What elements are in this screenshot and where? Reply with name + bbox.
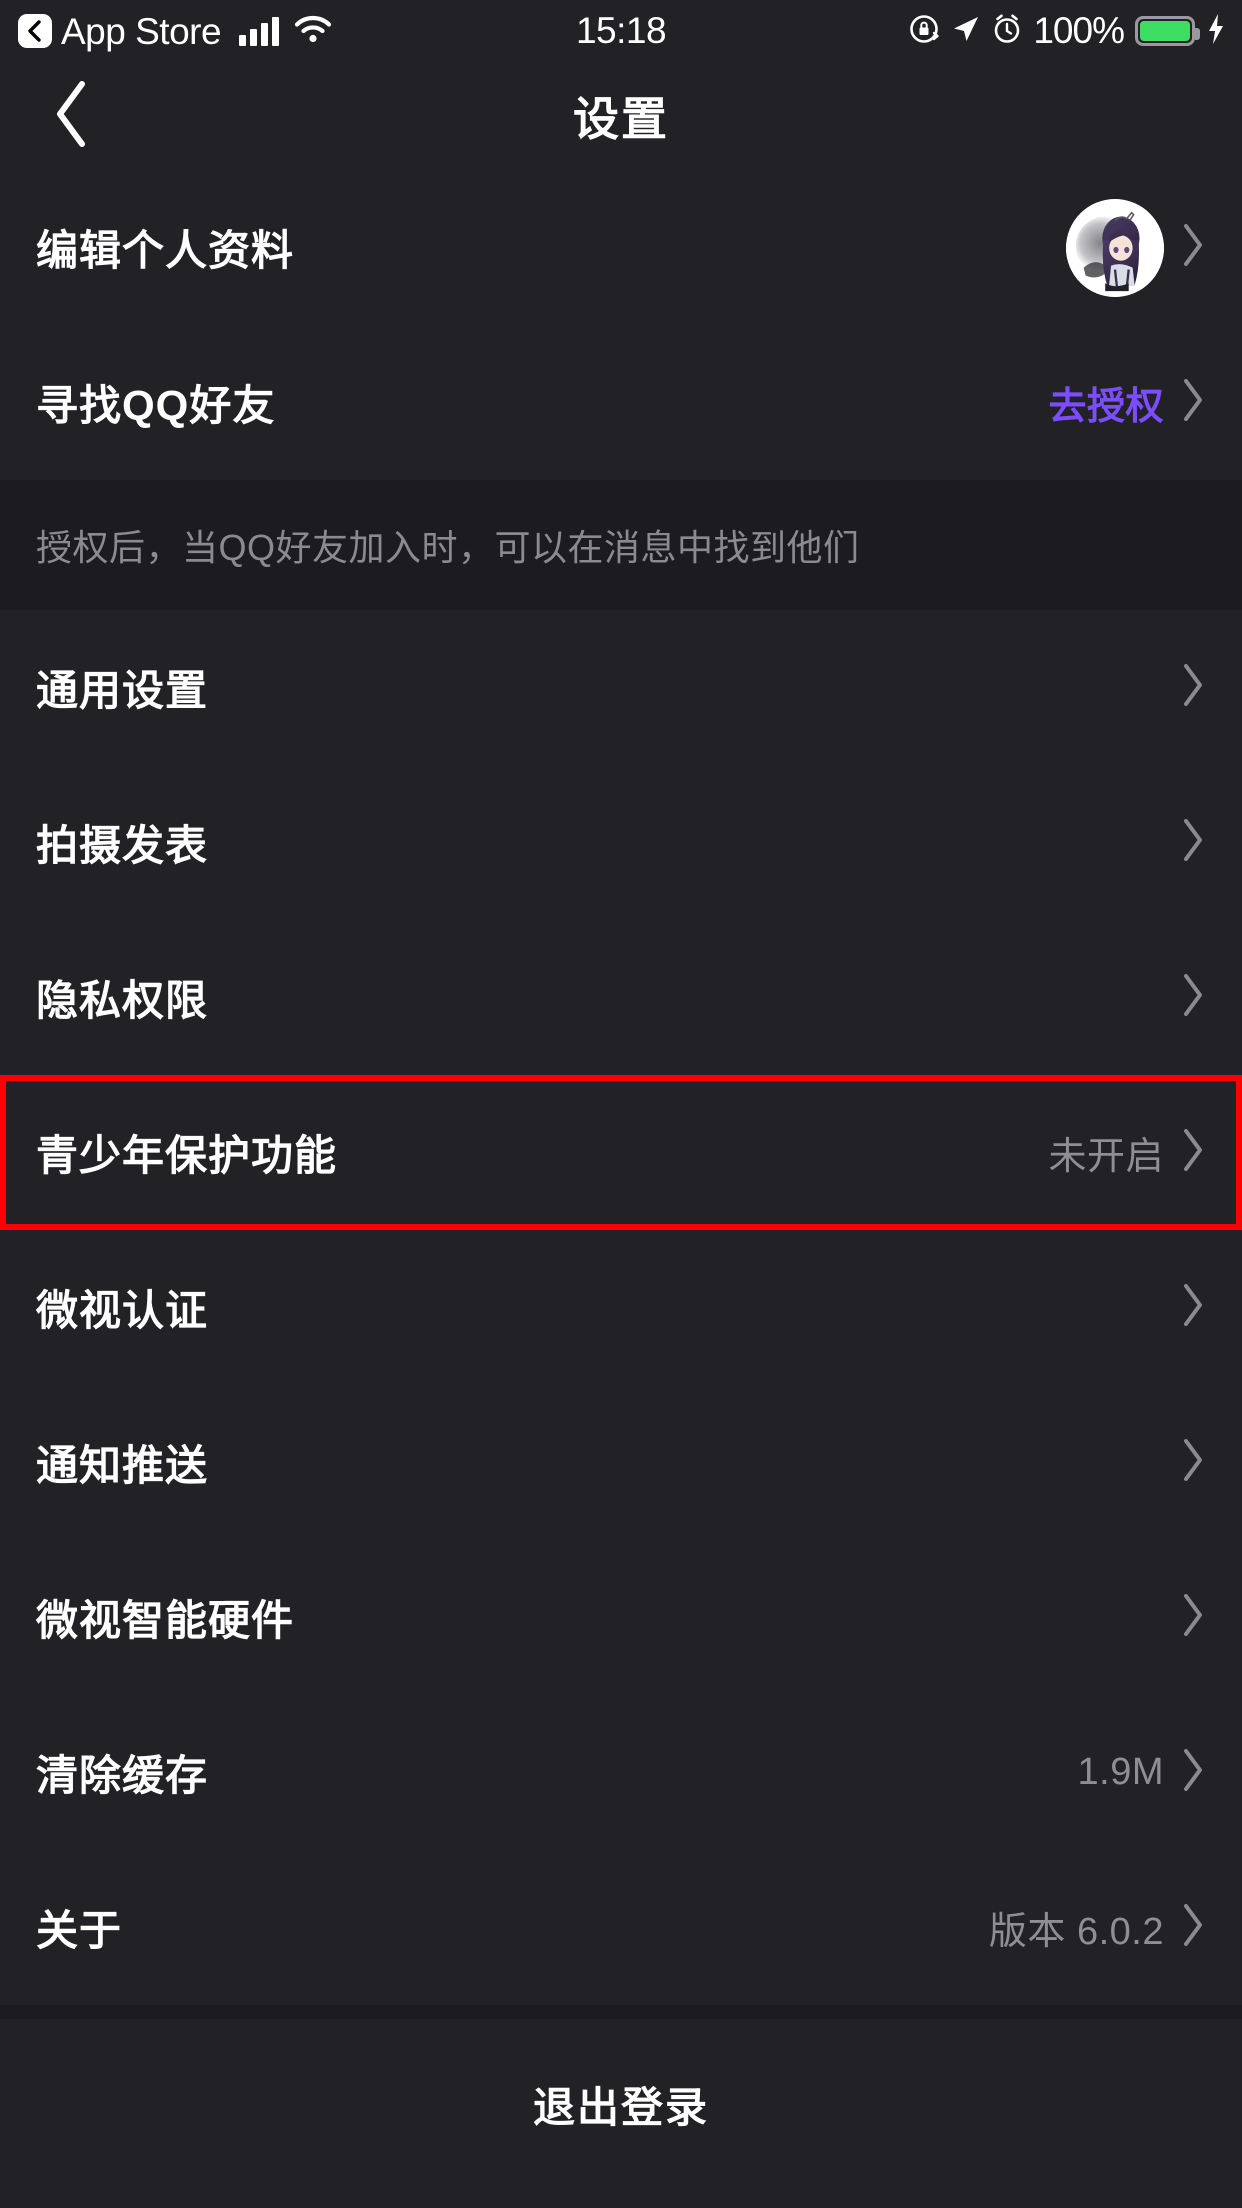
status-bar-right: 100%	[908, 0, 1226, 62]
row-label: 关于	[36, 1907, 123, 1954]
settings-row-youth-protection[interactable]: 青少年保护功能 未开启	[0, 1075, 1242, 1230]
row-label: 拍摄发表	[36, 822, 209, 869]
chevron-right-icon	[1180, 1747, 1206, 1798]
settings-row-weishi-certification[interactable]: 微视认证	[0, 1230, 1242, 1385]
logout-button[interactable]: 退出登录	[0, 2019, 1242, 2189]
cache-size-label: 1.9M	[1077, 1751, 1164, 1793]
status-bar: App Store 15:18 100%	[0, 0, 1242, 62]
row-accessory: 版本 6.0.2	[989, 1900, 1206, 1955]
alarm-clock-icon	[992, 14, 1022, 49]
chevron-right-icon	[1180, 662, 1206, 713]
row-label: 寻找QQ好友	[36, 382, 276, 429]
authorize-link[interactable]: 去授权	[1048, 375, 1164, 430]
row-accessory	[1066, 198, 1206, 297]
chevron-right-icon	[1180, 817, 1206, 868]
row-label: 隐私权限	[36, 977, 209, 1024]
location-arrow-icon	[951, 14, 981, 49]
settings-row-privacy[interactable]: 隐私权限	[0, 920, 1242, 1075]
nav-bar: 设置	[0, 62, 1242, 170]
row-accessory	[1180, 972, 1206, 1023]
row-accessory	[1180, 1592, 1206, 1643]
logout-label: 退出登录	[532, 2083, 709, 2131]
settings-row-notifications[interactable]: 通知推送	[0, 1385, 1242, 1540]
page-title: 设置	[573, 93, 669, 145]
settings-row-general[interactable]: 通用设置	[0, 610, 1242, 765]
row-label: 编辑个人资料	[36, 227, 295, 274]
settings-row-about[interactable]: 关于 版本 6.0.2	[0, 1850, 1242, 2005]
chevron-right-icon	[1180, 1592, 1206, 1643]
row-accessory: 去授权	[1048, 375, 1206, 430]
settings-row-capture-publish[interactable]: 拍摄发表	[0, 765, 1242, 920]
settings-row-edit-profile[interactable]: 编辑个人资料	[0, 170, 1242, 325]
row-label: 微视认证	[36, 1287, 209, 1334]
chevron-right-icon	[1180, 1437, 1206, 1488]
row-label: 青少年保护功能	[36, 1132, 338, 1179]
row-accessory: 未开启	[1048, 1125, 1206, 1180]
charging-bolt-icon	[1206, 13, 1226, 50]
row-accessory: 1.9M	[1078, 1747, 1206, 1798]
row-accessory	[1180, 817, 1206, 868]
row-accessory	[1180, 1282, 1206, 1333]
battery-percent-label: 100%	[1033, 10, 1125, 51]
settings-row-smart-hardware[interactable]: 微视智能硬件	[0, 1540, 1242, 1695]
version-label: 版本 6.0.2	[988, 1911, 1164, 1953]
battery-icon	[1135, 16, 1200, 46]
chevron-right-icon	[1180, 377, 1206, 428]
settings-row-find-qq-friends[interactable]: 寻找QQ好友 去授权	[0, 325, 1242, 480]
row-label: 通用设置	[36, 667, 209, 714]
rotation-lock-icon	[908, 13, 940, 50]
row-accessory	[1180, 1437, 1206, 1488]
row-label: 微视智能硬件	[36, 1597, 295, 1644]
avatar[interactable]	[1066, 198, 1164, 297]
row-label: 通知推送	[36, 1442, 209, 1489]
row-accessory	[1180, 662, 1206, 713]
section-divider	[0, 2005, 1242, 2019]
settings-list: 编辑个人资料 寻找QQ好友 去授权 授权后，当QQ好友加入时，可以在消息中找到他…	[0, 170, 1242, 2189]
settings-row-clear-cache[interactable]: 清除缓存 1.9M	[0, 1695, 1242, 1850]
note-text: 授权后，当QQ好友加入时，可以在消息中找到他们	[36, 527, 860, 568]
settings-screen: App Store 15:18 100% 设置 编辑个人资料 寻找QQ好友 去授…	[0, 0, 1242, 2208]
row-label: 清除缓存	[36, 1752, 209, 1799]
qq-friends-note: 授权后，当QQ好友加入时，可以在消息中找到他们	[0, 480, 1242, 610]
chevron-right-icon	[1180, 1127, 1206, 1178]
chevron-right-icon	[1180, 1902, 1206, 1953]
chevron-right-icon	[1180, 222, 1206, 273]
status-badge: 未开启	[1048, 1136, 1164, 1178]
chevron-right-icon	[1180, 972, 1206, 1023]
chevron-right-icon	[1180, 1282, 1206, 1333]
